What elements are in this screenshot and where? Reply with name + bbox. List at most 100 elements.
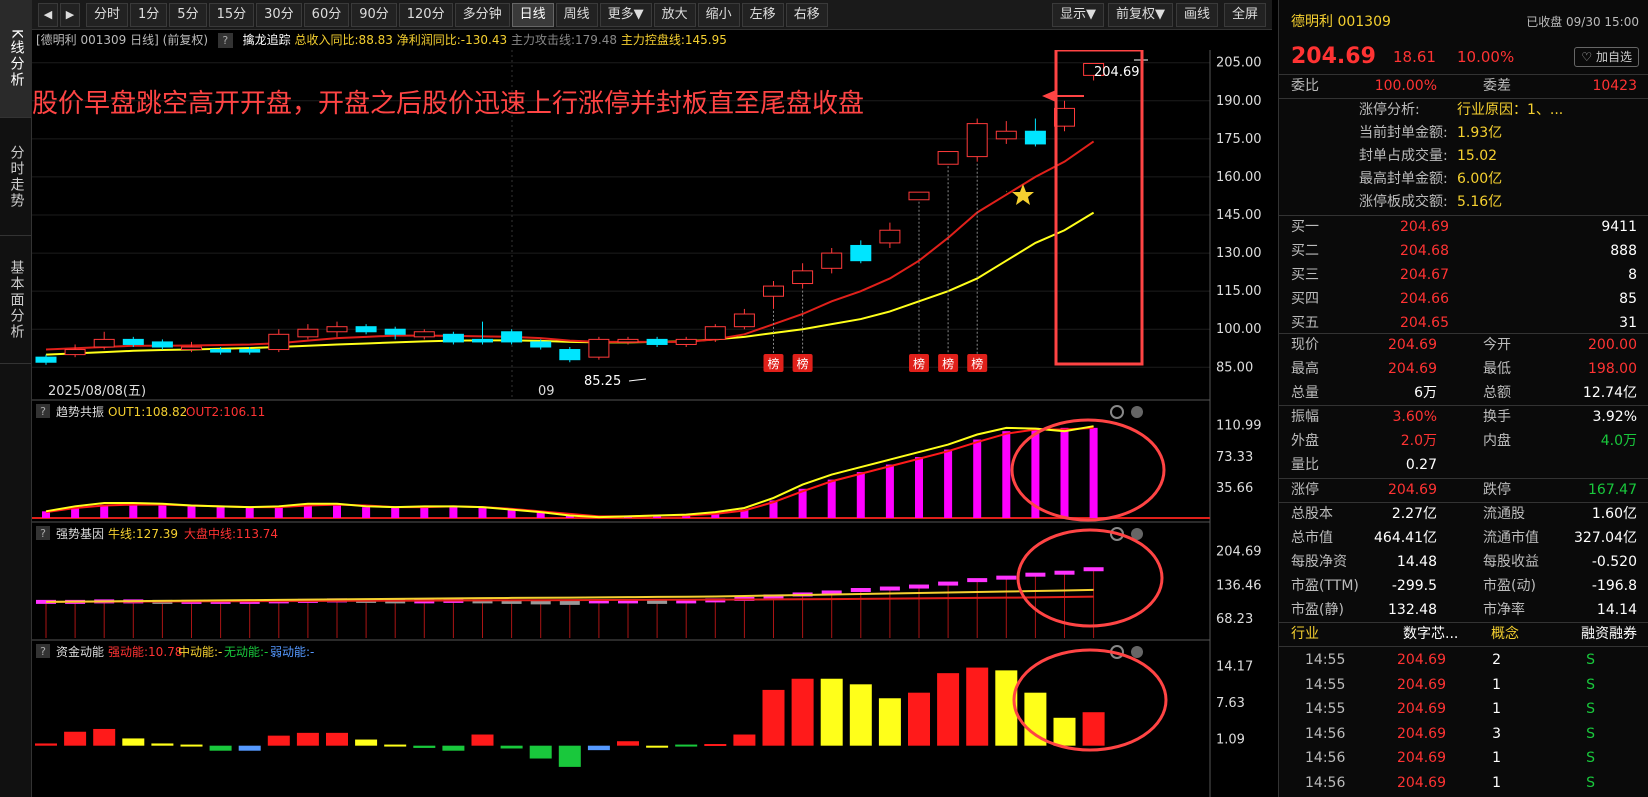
help-icon[interactable]: ? — [217, 33, 233, 48]
candle-body[interactable] — [93, 338, 115, 348]
candle-body[interactable] — [181, 346, 202, 351]
fund-bar — [296, 732, 319, 746]
candle-body[interactable] — [35, 356, 57, 363]
quote-label: 换手 — [1483, 409, 1511, 425]
candle-body[interactable] — [966, 123, 988, 158]
candle-body[interactable] — [210, 349, 232, 353]
period-button-2[interactable]: 5分 — [169, 2, 207, 27]
candle-body[interactable] — [995, 130, 1017, 140]
gene-bar — [967, 578, 988, 583]
candle-body[interactable] — [1024, 130, 1046, 145]
period-button-5[interactable]: 60分 — [303, 2, 350, 27]
price-change-pct: 10.00% — [1457, 48, 1515, 66]
quote-value: 167.47 — [1588, 482, 1637, 498]
period-button-1[interactable]: 1分 — [130, 2, 168, 27]
candle-body[interactable] — [384, 328, 406, 335]
candle-body[interactable] — [472, 338, 493, 343]
candle-body[interactable] — [326, 326, 348, 333]
candle-body[interactable] — [879, 229, 901, 244]
fullscreen-button[interactable]: 全屏 — [1224, 3, 1267, 27]
candle-body[interactable] — [355, 326, 377, 333]
period-button-14[interactable]: 左移 — [741, 2, 784, 27]
tick-row: 14:56 204.69 1 S — [1279, 746, 1648, 770]
draw-button[interactable]: 画线 — [1176, 3, 1219, 27]
scroll-left-button[interactable]: ◀ — [38, 2, 58, 27]
candle-body[interactable] — [937, 151, 959, 165]
candle-body[interactable] — [501, 331, 523, 343]
bid-volume: 85 — [1619, 291, 1637, 307]
tick-row: 14:56 204.69 3 S — [1279, 722, 1648, 746]
trend-bar — [915, 457, 923, 518]
fund-bar — [820, 678, 843, 746]
period-button-3[interactable]: 15分 — [208, 2, 255, 27]
candle-body[interactable] — [646, 338, 668, 345]
adjust-menu-button[interactable]: 前复权▼ — [1108, 3, 1173, 27]
tab-kline[interactable]: K线分析 — [0, 0, 32, 118]
bid-volume: 888 — [1610, 243, 1637, 259]
candle-body[interactable] — [733, 313, 755, 328]
bang-label: 榜 — [942, 356, 954, 371]
trend-bar — [973, 439, 982, 518]
candle-body[interactable] — [64, 349, 86, 356]
candle-body[interactable] — [239, 349, 261, 353]
period-button-12[interactable]: 放大 — [653, 2, 696, 27]
close-icon[interactable] — [1131, 406, 1143, 418]
annotation-text: 股价早盘跳空高开开盘，开盘之后股价迅速上行涨停并封板直至尾盘收盘 — [32, 89, 864, 119]
price-row: 204.69 18.61 10.00% ♡ 加自选 — [1279, 42, 1648, 72]
candle-body[interactable] — [588, 338, 610, 358]
tab-concept[interactable]: 概念 — [1491, 622, 1519, 646]
quote-value: 3.60% — [1392, 409, 1437, 425]
period-button-7[interactable]: 120分 — [398, 2, 453, 27]
settings-icon[interactable] — [1110, 405, 1124, 419]
candle-body[interactable] — [704, 326, 726, 340]
period-button-9[interactable]: 日线 — [511, 2, 554, 27]
quote-label: 总量 — [1291, 385, 1319, 401]
candle-body[interactable] — [908, 191, 930, 201]
candle-body[interactable] — [617, 338, 639, 343]
candle-body[interactable] — [297, 328, 319, 338]
candle-body[interactable] — [850, 244, 872, 262]
scroll-right-button[interactable]: ▶ — [60, 2, 80, 27]
candle-body[interactable] — [792, 270, 814, 285]
period-button-13[interactable]: 缩小 — [697, 2, 740, 27]
fund-bar — [966, 667, 989, 746]
panel-help-mark: ? — [40, 405, 46, 418]
period-button-4[interactable]: 30分 — [256, 2, 302, 27]
candle-body[interactable] — [675, 338, 697, 345]
trend-bar — [856, 472, 865, 518]
candle-body[interactable] — [559, 349, 581, 361]
candle-body[interactable] — [442, 333, 464, 343]
candle-body[interactable] — [530, 341, 552, 348]
tick-time: 14:56 — [1305, 750, 1346, 767]
period-button-15[interactable]: 右移 — [785, 2, 828, 27]
add-watchlist-button[interactable]: ♡ 加自选 — [1574, 47, 1639, 67]
candle-body[interactable] — [821, 252, 843, 269]
panel-axis-label: 7.63 — [1216, 696, 1245, 711]
highlight-box — [1054, 50, 1144, 366]
candle-body[interactable] — [413, 331, 435, 338]
tick-time: 14:55 — [1305, 701, 1346, 718]
period-button-0[interactable]: 分时 — [86, 2, 129, 27]
fund-bar — [878, 698, 901, 746]
display-menu-button[interactable]: 显示▼ — [1052, 3, 1104, 27]
candle-body[interactable] — [122, 338, 144, 345]
period-button-8[interactable]: 多分钟 — [454, 2, 510, 27]
price-axis-label: 115.00 — [1216, 284, 1262, 299]
tab-intraday[interactable]: 分时走势 — [0, 118, 32, 236]
tab-industry[interactable]: 行业 — [1291, 622, 1319, 646]
quote-label: 涨停 — [1291, 482, 1319, 498]
bang-label: 榜 — [913, 356, 925, 371]
candle-body[interactable] — [268, 333, 290, 351]
candle-body[interactable] — [151, 341, 173, 348]
candle-body[interactable] — [763, 285, 784, 297]
weibi-value: 100.00% — [1374, 78, 1437, 94]
panel-value-out1: OUT1:108.82 — [108, 405, 187, 419]
tab-fundamentals[interactable]: 基本面分析 — [0, 236, 32, 364]
period-button-6[interactable]: 90分 — [351, 2, 397, 27]
period-button-10[interactable]: 周线 — [555, 2, 598, 27]
industry-value[interactable]: 数字芯... — [1403, 622, 1458, 646]
close-icon[interactable] — [1131, 646, 1143, 658]
kline-chart[interactable]: 205.00 190.00 175.00 160.00 145.00 130.00 115.… — [32, 50, 1276, 797]
tab-margin[interactable]: 融资融券 — [1581, 622, 1637, 646]
period-button-11[interactable]: 更多▼ — [599, 2, 652, 27]
